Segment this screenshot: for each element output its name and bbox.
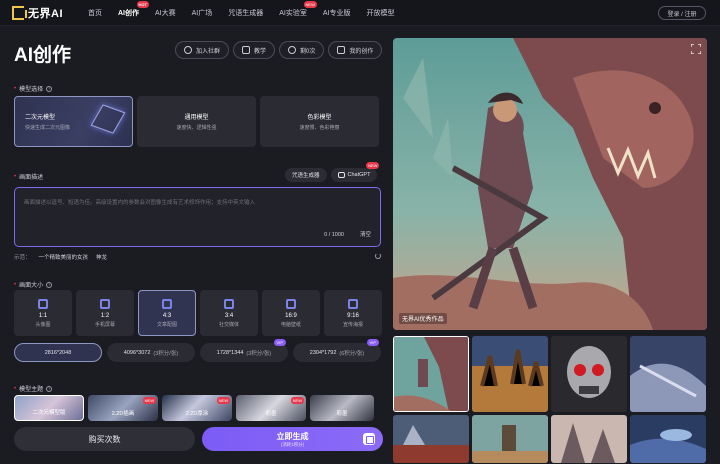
new-badge: NEW (366, 162, 380, 169)
hot-badge: HOT (136, 0, 149, 8)
gallery-thumb[interactable] (630, 336, 706, 412)
top-nav: 无界AI 首页 AI创作 HOT AI大赛 AI广场 咒语生成器 AI实验室 NEW… (0, 0, 720, 26)
refresh-icon[interactable] (375, 253, 381, 259)
prompt-placeholder: 画面描述以逗号、短语为佳。高级设置内的参数会对图像生成有艺术修饰作用；支持中英文… (24, 200, 256, 206)
prompt-tools: 咒语生成器 ChatGPT NEW (285, 162, 380, 182)
theme-card[interactable]: 彩墨 (310, 395, 374, 421)
login-button[interactable]: 登录 / 注册 (658, 6, 706, 20)
size-label: • 画面大小? (14, 281, 53, 289)
ratio-4-3[interactable]: 4:3 文章配图 (138, 290, 196, 336)
chatgpt-button[interactable]: ChatGPT NEW (330, 162, 380, 182)
cube-icon (90, 104, 126, 134)
prompt-textarea[interactable]: 画面描述以逗号、短语为佳。高级设置内的参数会对图像生成有艺术修饰作用；支持中英文… (14, 187, 381, 247)
theme-label: • 模型主题? (14, 385, 53, 393)
ratio-cards: 1:1 头像图 1:2 手机屏幕 4:3 文章配图 3:4 社交媒体 16:9 电脑壁纸 … (14, 290, 382, 336)
ratio-1-1[interactable]: 1:1 头像图 (14, 290, 72, 336)
gallery-thumb[interactable] (630, 415, 706, 463)
gallery-thumb[interactable] (393, 336, 469, 412)
ratio-icon (38, 298, 48, 309)
theme-card[interactable]: 二次元模型版 (14, 395, 84, 421)
model-select-label: • 模型选择? (14, 85, 53, 93)
help-icon[interactable]: ? (46, 281, 53, 288)
example-item[interactable]: 一个精致美丽的女孩 (39, 253, 89, 261)
resolution-option[interactable]: 2816*2048 (14, 343, 102, 362)
help-icon[interactable]: ? (46, 385, 53, 392)
gallery-thumb[interactable] (551, 415, 627, 463)
bottom-bar: 购买次数 立即生成 (消耗1积分) (14, 427, 383, 451)
nav-item-ai-square[interactable]: AI广场 (184, 8, 221, 18)
new-badge: NEW (303, 0, 317, 8)
new-badge: NEW (290, 397, 304, 404)
theme-card[interactable]: NEW 2.2D插画 (88, 395, 158, 421)
resolution-option[interactable]: 4096*3072 (3积分/张) (107, 343, 195, 362)
document-icon (363, 433, 375, 445)
ratio-1-2[interactable]: 1:2 手机屏幕 (76, 290, 134, 336)
char-count: 0 / 1000 (324, 232, 344, 238)
nav-item-ai-create[interactable]: AI创作 HOT (110, 0, 149, 18)
nav-item-ai-contest[interactable]: AI大赛 (147, 8, 184, 18)
app-root: 无界AI 首页 AI创作 HOT AI大赛 AI广场 咒语生成器 AI实验室 NEW… (0, 0, 720, 464)
top-actions: 加入社群 教学 剩0次 我的创作 (175, 41, 383, 59)
generate-button[interactable]: 立即生成 (消耗1积分) (202, 427, 383, 451)
theme-row: 二次元模型版 NEW 2.2D插画 NEW 2.2D厚涂 NEW 彩墨 彩墨 (14, 395, 374, 421)
nav-item-open-model[interactable]: 开放模型 (359, 8, 403, 18)
gallery-thumb[interactable] (393, 415, 469, 463)
vip-badge: VIP (273, 339, 286, 346)
ratio-icon (162, 298, 172, 309)
nav-item-ai-lab[interactable]: AI实验室 NEW (271, 0, 317, 18)
spell-generator-button[interactable]: 咒语生成器 (285, 168, 327, 182)
ratio-icon (286, 298, 296, 309)
gallery-thumb[interactable] (472, 336, 548, 412)
model-card-color[interactable]: 色彩模型 速度慢、色彩艳丽 (260, 96, 379, 147)
coin-icon (288, 46, 297, 54)
example-row: 示范： 一个精致美丽的女孩 神龙 (14, 253, 108, 261)
folder-icon (337, 46, 346, 54)
resolution-row: 2816*2048 4096*3072 (3积分/张) 1728*1344 (3积分… (14, 339, 381, 362)
hero-image[interactable]: 无界AI优秀作品 (393, 38, 707, 330)
model-cards: 二次元模型 快速生成二次元图像 通用模型 速度快、逻辑性强 色彩模型 速度慢、色… (14, 96, 379, 147)
model-card-general[interactable]: 通用模型 速度快、逻辑性强 (137, 96, 256, 147)
prompt-label: • 画面描述 (14, 173, 44, 182)
new-badge: NEW (142, 397, 156, 404)
ratio-9-16[interactable]: 9:16 宣传海报 (324, 290, 382, 336)
clear-button[interactable]: 清空 (360, 230, 371, 238)
my-creations-button[interactable]: 我的创作 (328, 41, 383, 59)
ratio-icon (224, 298, 234, 309)
buy-count-button[interactable]: 购买次数 (14, 427, 195, 451)
help-icon[interactable]: ? (46, 85, 53, 92)
logo[interactable]: 无界AI (12, 5, 72, 21)
model-card-anime[interactable]: 二次元模型 快速生成二次元图像 (14, 96, 133, 147)
chat-icon (184, 46, 192, 54)
theme-card[interactable]: NEW 2.2D厚涂 (162, 395, 232, 421)
resolution-option[interactable]: 2304*1792 (6积分/张) VIP (293, 339, 381, 362)
resolution-option[interactable]: 1728*1344 (3积分/张) VIP (200, 339, 288, 362)
gallery-thumb[interactable] (472, 415, 548, 463)
example-item[interactable]: 神龙 (96, 253, 107, 261)
nav-item-home[interactable]: 首页 (80, 8, 110, 18)
expand-icon[interactable] (691, 44, 701, 54)
theme-card[interactable]: NEW 彩墨 (236, 395, 306, 421)
ratio-icon (348, 298, 358, 309)
book-icon (242, 46, 251, 54)
ratio-3-4[interactable]: 3:4 社交媒体 (200, 290, 258, 336)
hero-artwork (393, 38, 707, 330)
nav-items: 首页 AI创作 HOT AI大赛 AI广场 咒语生成器 AI实验室 NEW AI专业… (80, 0, 403, 18)
nav-item-spell-generator[interactable]: 咒语生成器 (220, 8, 271, 18)
vip-badge: VIP (366, 339, 379, 346)
logo-text: 无界AI (28, 7, 63, 20)
gallery (393, 336, 707, 463)
join-community-button[interactable]: 加入社群 (175, 41, 230, 59)
new-badge: NEW (216, 397, 230, 404)
ratio-icon (100, 298, 110, 309)
ratio-16-9[interactable]: 16:9 电脑壁纸 (262, 290, 320, 336)
robot-icon (337, 172, 345, 178)
remaining-count-button[interactable]: 剩0次 (279, 41, 325, 59)
tutorial-button[interactable]: 教学 (233, 41, 276, 59)
logo-icon (12, 5, 27, 20)
gallery-thumb[interactable] (551, 336, 627, 412)
page-title: AI创作 (14, 45, 72, 66)
hero-caption: 无界AI优秀作品 (399, 313, 447, 324)
nav-item-ai-pro[interactable]: AI专业版 (315, 8, 359, 18)
